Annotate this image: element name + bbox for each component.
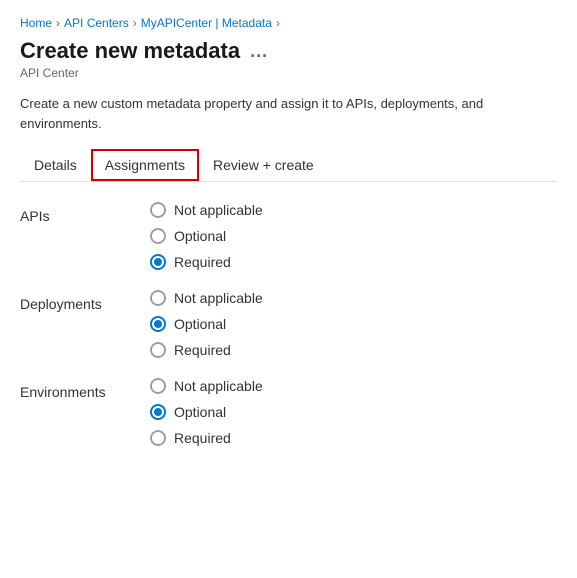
environments-not-applicable-option[interactable]: Not applicable <box>150 378 557 394</box>
tab-assignments[interactable]: Assignments <box>91 149 199 181</box>
apis-radio-group: Not applicable Optional Required <box>150 202 557 290</box>
apis-optional-radio[interactable] <box>150 228 166 244</box>
apis-required-label: Required <box>174 254 231 270</box>
tabs-container: Details Assignments Review + create <box>20 149 557 182</box>
deployments-radio-group: Not applicable Optional Required <box>150 290 557 378</box>
deployments-not-applicable-option[interactable]: Not applicable <box>150 290 557 306</box>
apis-required-option[interactable]: Required <box>150 254 557 270</box>
breadcrumb-api-centers[interactable]: API Centers <box>64 16 129 30</box>
environments-optional-option[interactable]: Optional <box>150 404 557 420</box>
page-subtitle: API Center <box>20 66 557 80</box>
environments-required-radio[interactable] <box>150 430 166 446</box>
apis-not-applicable-option[interactable]: Not applicable <box>150 202 557 218</box>
breadcrumb-myapicenter[interactable]: MyAPICenter | Metadata <box>141 16 272 30</box>
environments-optional-label: Optional <box>174 404 226 420</box>
content-section: APIs Not applicable Optional Required De… <box>20 202 557 466</box>
deployments-required-radio[interactable] <box>150 342 166 358</box>
deployments-required-label: Required <box>174 342 231 358</box>
apis-not-applicable-radio[interactable] <box>150 202 166 218</box>
environments-optional-radio[interactable] <box>150 404 166 420</box>
deployments-not-applicable-radio[interactable] <box>150 290 166 306</box>
breadcrumb: Home › API Centers › MyAPICenter | Metad… <box>20 16 557 30</box>
section-label-deployments: Deployments <box>20 290 150 342</box>
environments-not-applicable-radio[interactable] <box>150 378 166 394</box>
breadcrumb-home[interactable]: Home <box>20 16 52 30</box>
environments-required-label: Required <box>174 430 231 446</box>
tab-details[interactable]: Details <box>20 149 91 181</box>
deployments-optional-radio[interactable] <box>150 316 166 332</box>
apis-not-applicable-label: Not applicable <box>174 202 263 218</box>
tab-review-create[interactable]: Review + create <box>199 149 328 181</box>
deployments-optional-label: Optional <box>174 316 226 332</box>
environments-required-option[interactable]: Required <box>150 430 557 446</box>
section-label-apis: APIs <box>20 202 150 254</box>
environments-not-applicable-label: Not applicable <box>174 378 263 394</box>
apis-required-radio[interactable] <box>150 254 166 270</box>
page-header: Create new metadata ... <box>20 38 557 64</box>
deployments-not-applicable-label: Not applicable <box>174 290 263 306</box>
apis-optional-label: Optional <box>174 228 226 244</box>
deployments-optional-option[interactable]: Optional <box>150 316 557 332</box>
page-title: Create new metadata <box>20 38 240 64</box>
more-options-icon[interactable]: ... <box>250 41 268 62</box>
environments-radio-group: Not applicable Optional Required <box>150 378 557 466</box>
deployments-required-option[interactable]: Required <box>150 342 557 358</box>
section-label-environments: Environments <box>20 378 150 430</box>
apis-optional-option[interactable]: Optional <box>150 228 557 244</box>
page-description: Create a new custom metadata property an… <box>20 94 557 133</box>
